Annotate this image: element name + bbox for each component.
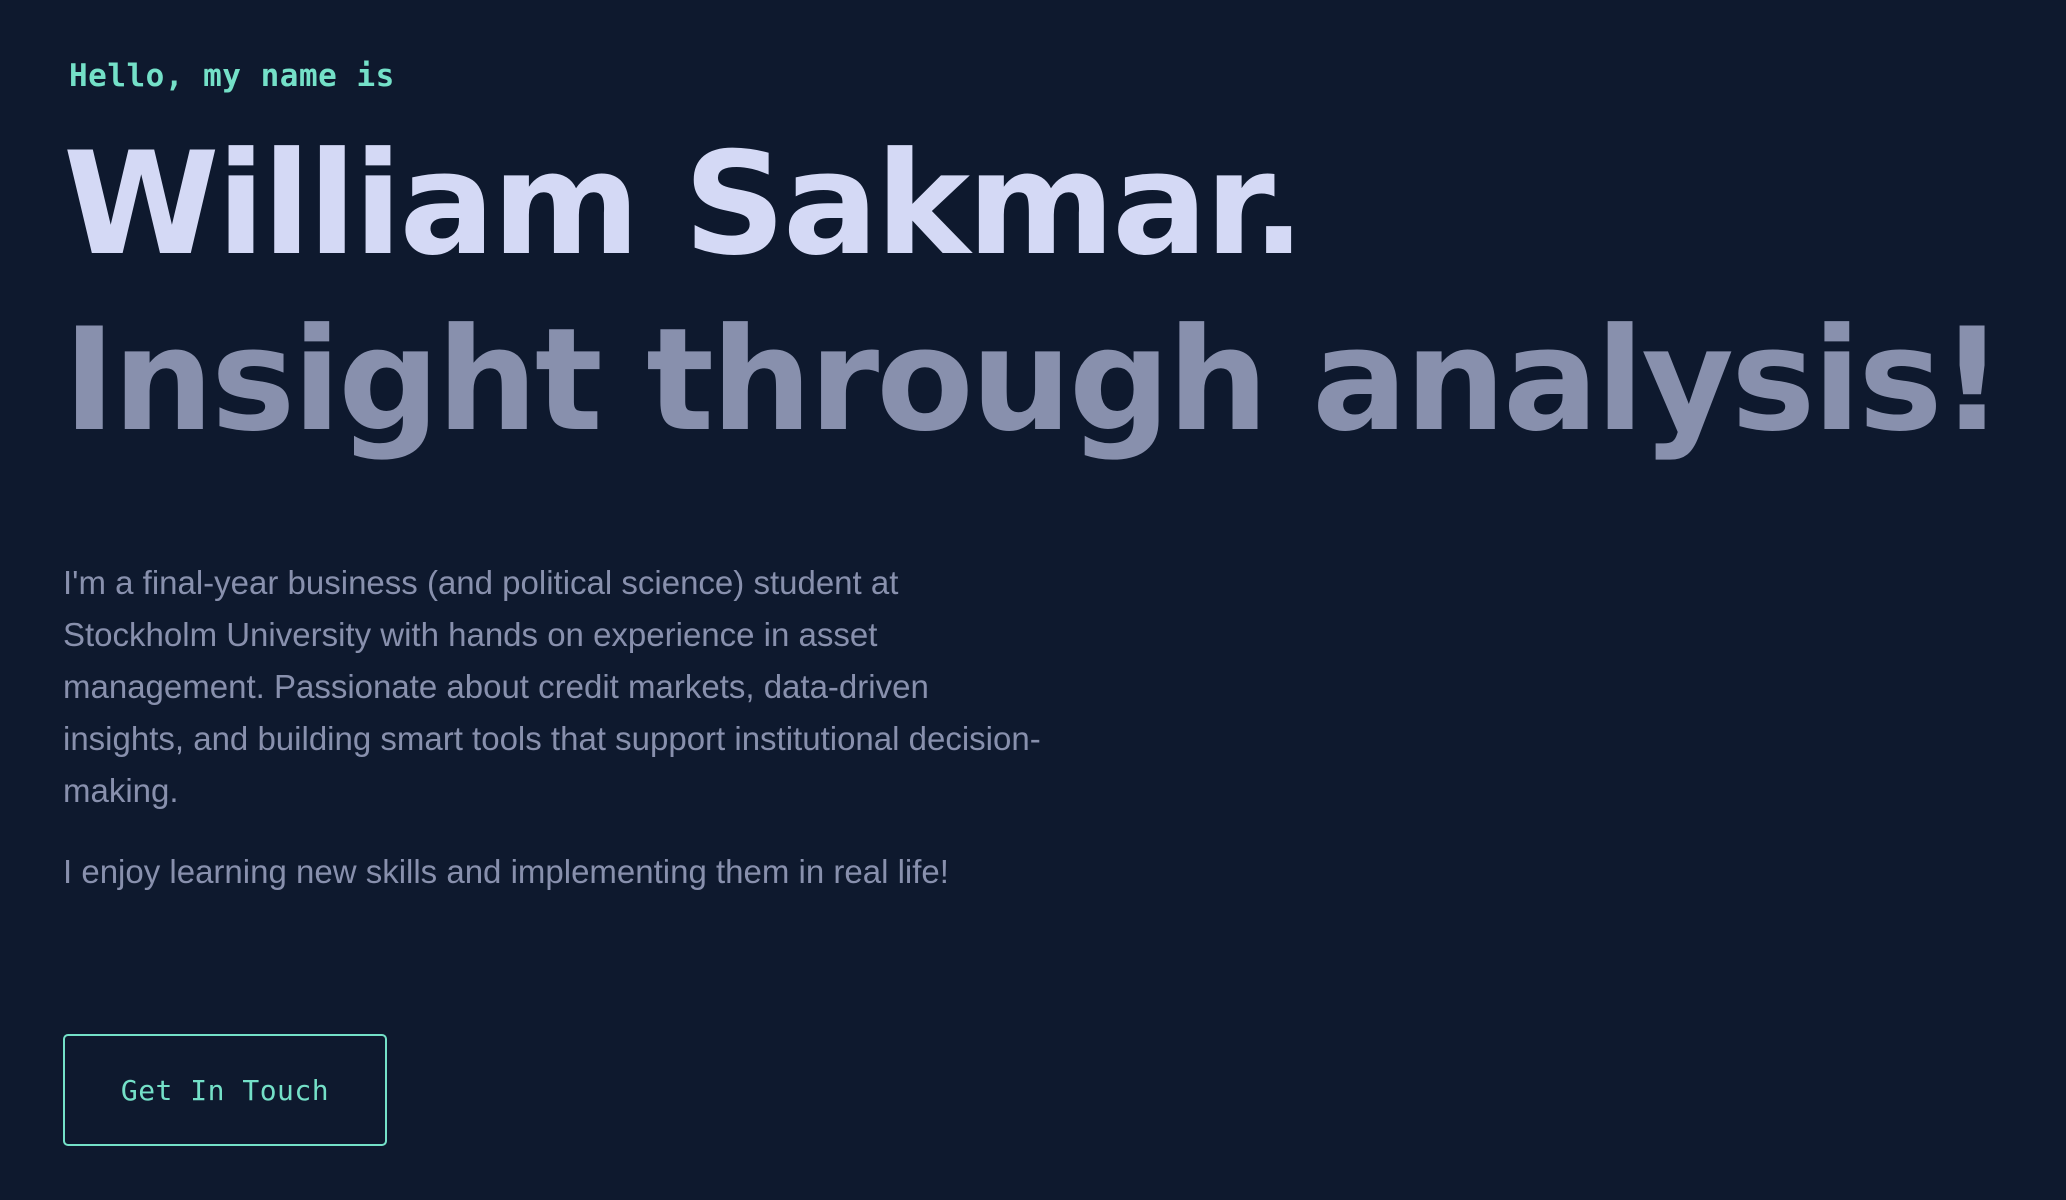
get-in-touch-label: Get In Touch (120, 1073, 330, 1107)
hero-tagline: Insight through analysis! (63, 298, 2004, 463)
get-in-touch-button[interactable]: Get In Touch (63, 1034, 387, 1146)
hero-section: Hello, my name is William Sakmar. Insigh… (63, 0, 2004, 1200)
hero-name: William Sakmar. (63, 122, 1306, 287)
intro-text: Hello, my name is (69, 58, 395, 94)
hero-bio-secondary: I enjoy learning new skills and implemen… (63, 853, 949, 890)
hero-bio: I'm a final-year business (and political… (63, 564, 1041, 809)
